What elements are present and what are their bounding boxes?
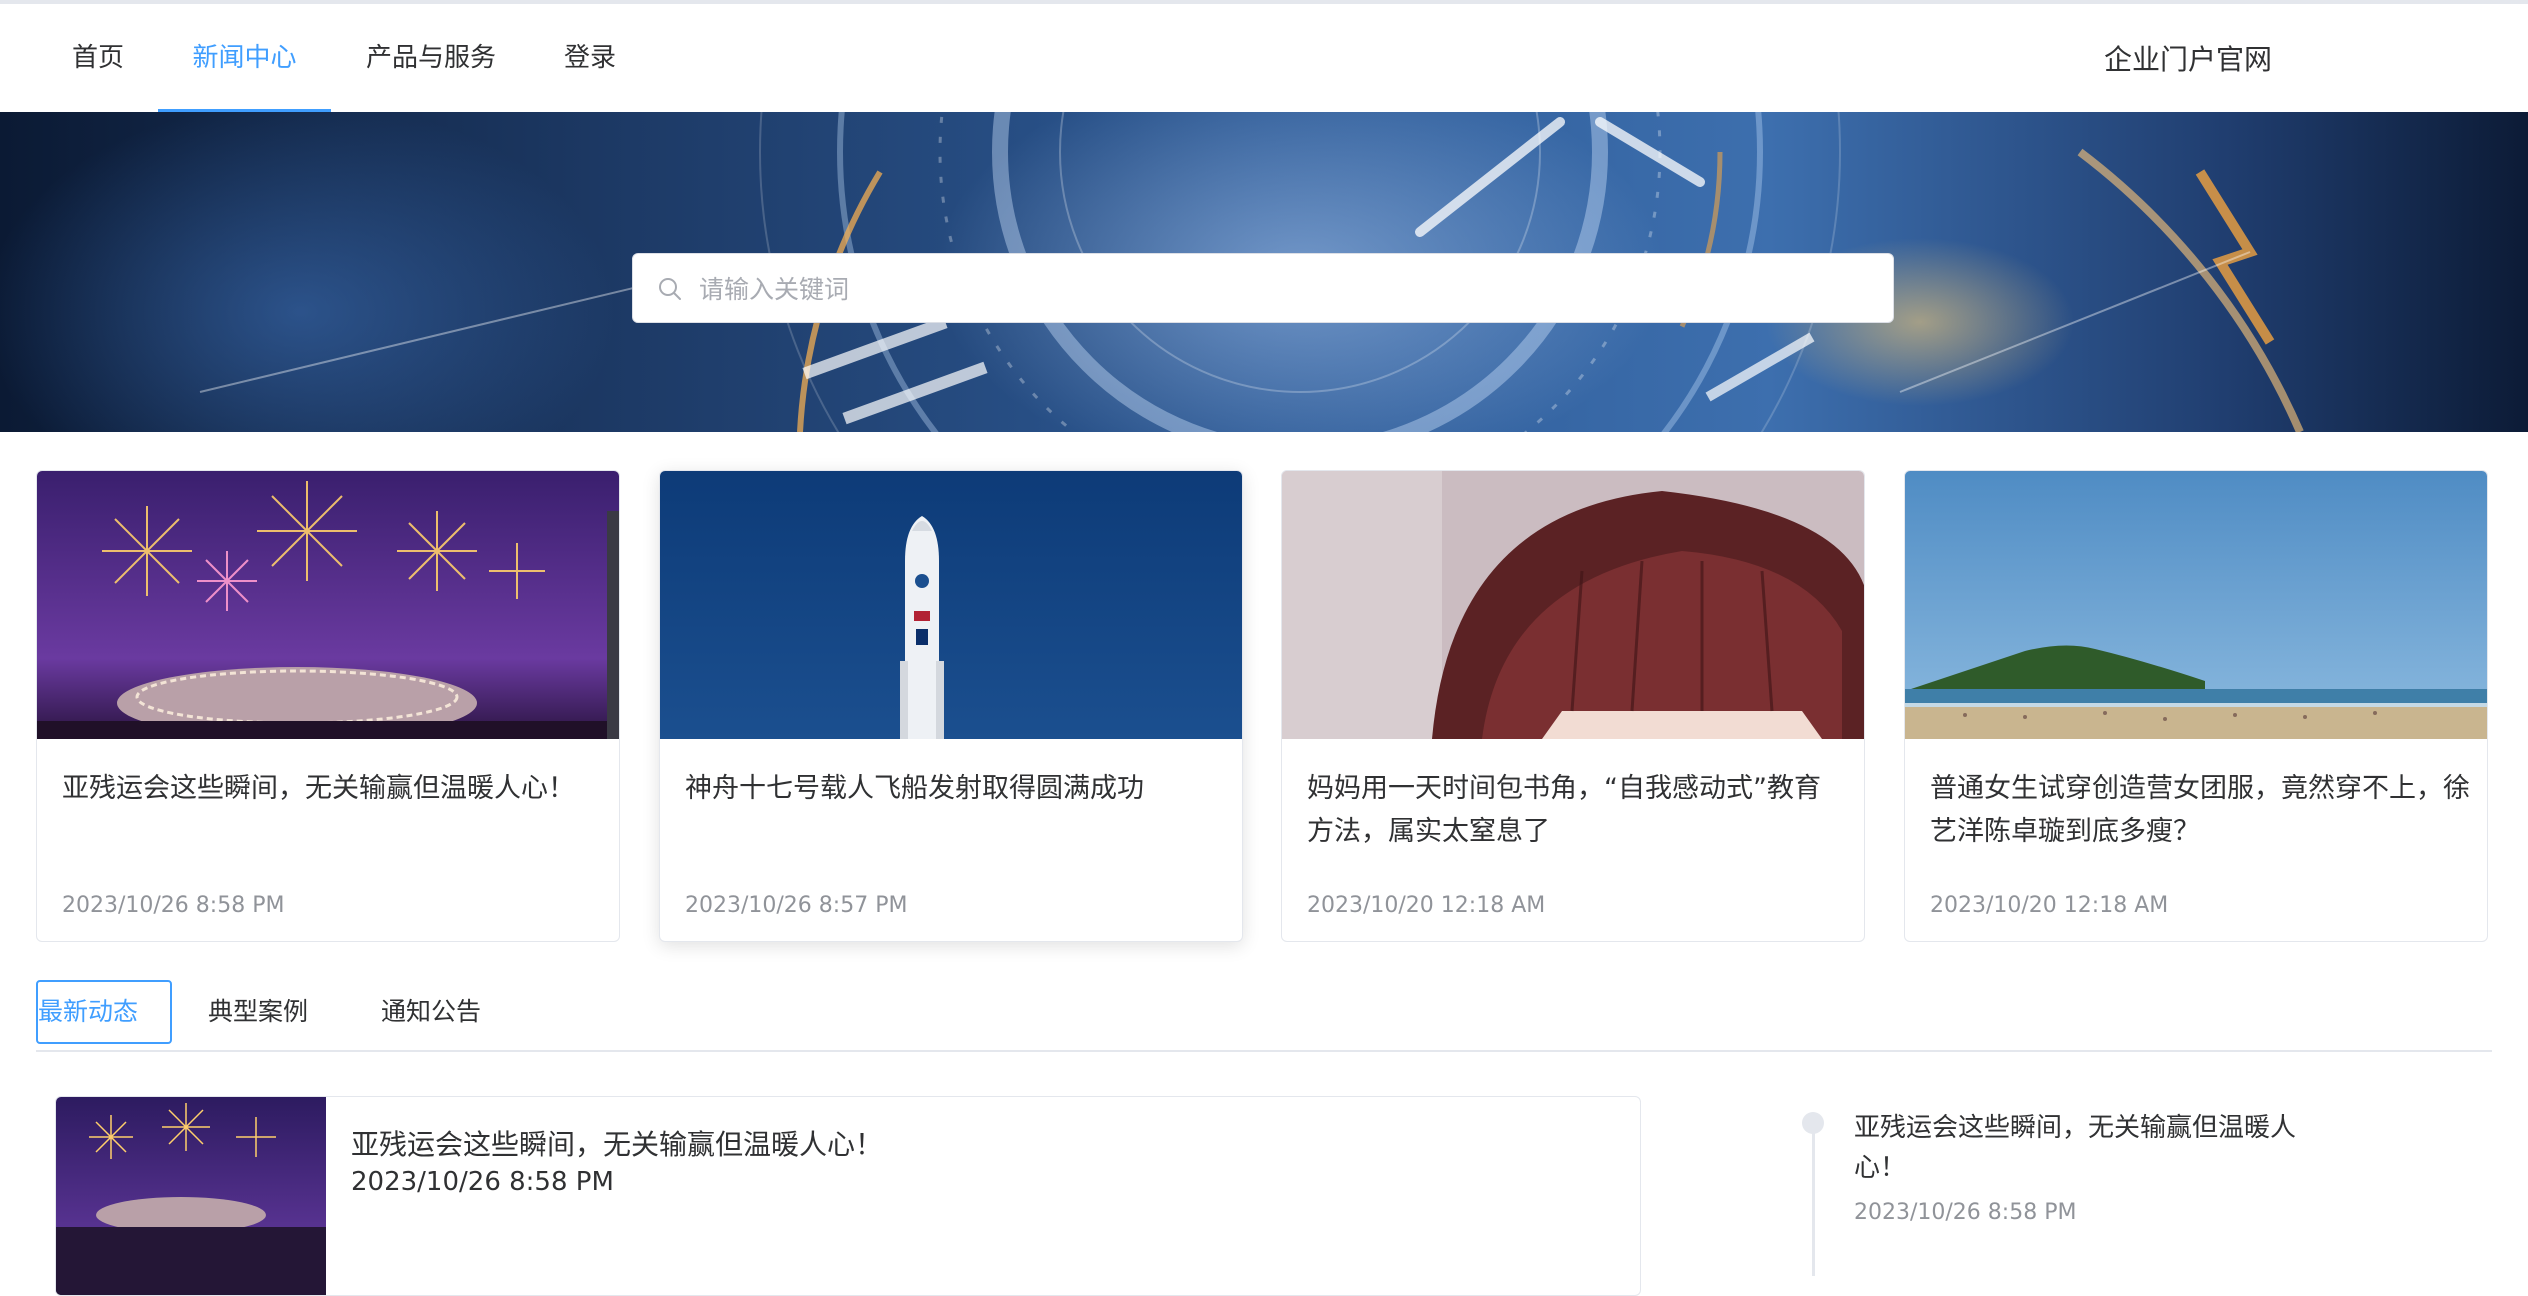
- card-title[interactable]: 神舟十七号载人飞船发射取得圆满成功: [685, 767, 1225, 810]
- nav-item-login[interactable]: 登录: [564, 4, 616, 112]
- timeline-dot: [1802, 1112, 1824, 1134]
- nav-item-home[interactable]: 首页: [72, 4, 124, 112]
- news-card[interactable]: 亚残运会这些瞬间，无关输赢但温暖人心！ 2023/10/26 8:58 PM: [36, 470, 620, 942]
- search-input[interactable]: [697, 254, 1881, 324]
- tab-latest-news[interactable]: 最新动态: [36, 980, 172, 1044]
- timeline-line: [1812, 1126, 1815, 1276]
- fireworks-stadium-image: [37, 471, 619, 739]
- timeline-item-title[interactable]: 亚残运会这些瞬间，无关输赢但温暖人心！: [1854, 1108, 2314, 1188]
- card-title[interactable]: 妈妈用一天时间包书角，“自我感动式”教育方法，属实太窒息了: [1307, 767, 1847, 853]
- list-item-title[interactable]: 亚残运会这些瞬间，无关输赢但温暖人心！: [351, 1123, 883, 1163]
- news-list-item[interactable]: 亚残运会这些瞬间，无关输赢但温暖人心！ 2023/10/26 8:58 PM: [55, 1096, 1641, 1296]
- hair-bangs-image: [1282, 471, 1864, 739]
- tab-notices[interactable]: 通知公告: [381, 980, 481, 1044]
- card-date: 2023/10/20 12:18 AM: [1930, 893, 2169, 918]
- news-card[interactable]: 普通女生试穿创造营女团服，竟然穿不上，徐艺洋陈卓璇到底多瘦？ 2023/10/2…: [1904, 470, 2488, 942]
- news-card[interactable]: 神舟十七号载人飞船发射取得圆满成功 2023/10/26 8:57 PM: [659, 470, 1243, 942]
- list-item-date: 2023/10/26 8:58 PM: [351, 1167, 614, 1197]
- search-box[interactable]: [632, 253, 1894, 324]
- nav-item-products-services[interactable]: 产品与服务: [366, 4, 496, 112]
- tab-typical-cases[interactable]: 典型案例: [208, 980, 308, 1044]
- site-brand-title[interactable]: 企业门户官网: [2104, 4, 2272, 112]
- news-tabs: 最新动态 典型案例 通知公告: [36, 978, 2492, 1052]
- fireworks-stadium-image: [56, 1097, 326, 1295]
- card-date: 2023/10/26 8:57 PM: [685, 893, 908, 918]
- card-date: 2023/10/20 12:18 AM: [1307, 893, 1546, 918]
- beach-island-image: [1905, 471, 2487, 739]
- news-card[interactable]: 妈妈用一天时间包书角，“自我感动式”教育方法，属实太窒息了 2023/10/20…: [1281, 470, 1865, 942]
- nav-item-news-center[interactable]: 新闻中心: [158, 4, 331, 112]
- rocket-launch-image: [660, 471, 1242, 739]
- search-icon: [659, 278, 681, 300]
- card-date: 2023/10/26 8:58 PM: [62, 893, 285, 918]
- card-title[interactable]: 普通女生试穿创造营女团服，竟然穿不上，徐艺洋陈卓璇到底多瘦？: [1930, 767, 2470, 853]
- timeline-item-date: 2023/10/26 8:58 PM: [1854, 1200, 2077, 1225]
- card-title[interactable]: 亚残运会这些瞬间，无关输赢但温暖人心！: [62, 767, 602, 810]
